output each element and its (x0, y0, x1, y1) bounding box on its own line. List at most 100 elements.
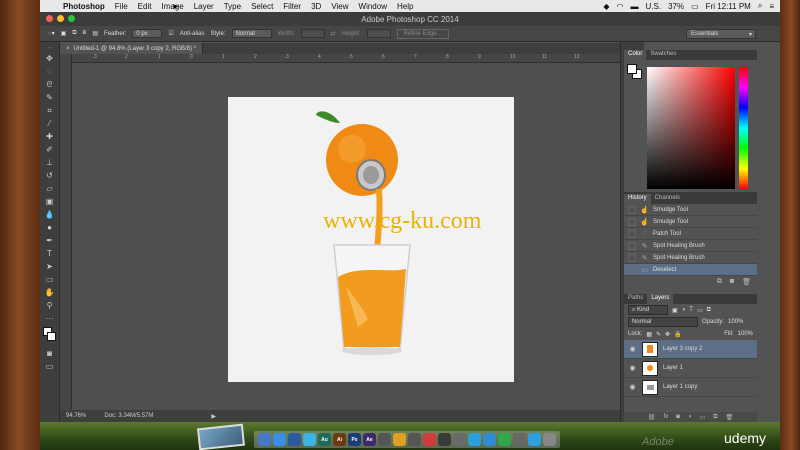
gradient-tool-icon[interactable]: ▣ (40, 195, 59, 208)
screen-mode-icon[interactable]: ▭ (40, 360, 59, 373)
height-input[interactable] (366, 29, 391, 38)
canvas-area[interactable] (72, 63, 620, 410)
fill-value[interactable]: 100% (738, 331, 753, 337)
new-document-icon[interactable]: ⧉ (717, 278, 722, 286)
tab-channels[interactable]: Channels (651, 194, 684, 204)
pen-tool-icon[interactable]: ✒ (40, 234, 59, 247)
history-item[interactable]: ◌ Patch Tool (624, 228, 757, 240)
menu-filter[interactable]: Filter (278, 2, 306, 11)
hue-slider[interactable] (739, 67, 748, 189)
dock-app-icon[interactable] (258, 433, 271, 446)
doc-size[interactable]: Doc: 3.34M/5.57M (104, 413, 153, 419)
opacity-value[interactable]: 100% (728, 319, 743, 325)
history-source-box[interactable] (628, 205, 636, 214)
new-group-icon[interactable]: ▭ (699, 414, 705, 421)
dock-app-icon[interactable] (273, 433, 286, 446)
menu-type[interactable]: Type (219, 2, 246, 11)
menu-view[interactable]: View (326, 2, 353, 11)
desktop-photo-thumbnail[interactable] (196, 423, 246, 450)
dock-app-icon[interactable] (408, 433, 421, 446)
dock-app-icon[interactable] (438, 433, 451, 446)
layer-name[interactable]: Layer 1 (663, 365, 683, 371)
menu-app-name[interactable]: Photoshop (58, 2, 110, 11)
blur-tool-icon[interactable]: 💧 (40, 208, 59, 221)
dock-app-icon[interactable]: Ai (333, 433, 346, 446)
clock[interactable]: Fri 12:11 PM (706, 2, 751, 11)
lock-pixels-icon[interactable]: ▦ (646, 331, 652, 338)
eraser-tool-icon[interactable]: ▱ (40, 182, 59, 195)
history-item[interactable]: ☝ Smudge Tool (624, 204, 757, 216)
history-item[interactable]: ✎ Spot Healing Brush (624, 240, 757, 252)
dock-app-icon[interactable] (303, 433, 316, 446)
feather-input[interactable]: 0 px (132, 29, 163, 38)
visibility-eye-icon[interactable]: ◉ (628, 345, 637, 353)
crop-tool-icon[interactable]: ⌗ (40, 104, 59, 117)
menu-file[interactable]: File (110, 2, 133, 11)
menu-3d[interactable]: 3D (306, 2, 326, 11)
dropbox-icon[interactable]: ◆ (603, 2, 609, 11)
tab-layers[interactable]: Layers (647, 294, 674, 304)
zoom-window-button[interactable] (68, 15, 75, 22)
color-picker-field[interactable] (647, 67, 735, 189)
dock-app-icon[interactable] (528, 433, 541, 446)
dock-app-icon[interactable] (498, 433, 511, 446)
dock-app-icon[interactable] (543, 433, 556, 446)
dock-app-icon[interactable] (468, 433, 481, 446)
list-icon[interactable]: ≡ (769, 2, 774, 11)
swap-icon[interactable]: ⇄ (331, 30, 336, 37)
close-window-button[interactable] (46, 15, 53, 22)
zoom-tool-icon[interactable]: ⚲ (40, 299, 59, 312)
marquee-tool-icon[interactable]: ◌ (40, 65, 59, 78)
document-tab[interactable]: × Untitled-1 @ 94.8% (Layer 3 copy 2, RG… (60, 43, 203, 54)
menu-layer[interactable]: Layer (189, 2, 219, 11)
filter-type-icon[interactable]: T (689, 307, 693, 313)
locale-label[interactable]: U.S. (646, 2, 662, 11)
more-tools-icon[interactable]: ··· (40, 312, 59, 325)
dock-app-icon[interactable]: Ps (348, 433, 361, 446)
hand-tool-icon[interactable]: ✋ (40, 286, 59, 299)
tab-history[interactable]: History (624, 194, 651, 204)
lock-all-icon[interactable]: 🔒 (674, 331, 681, 338)
dodge-tool-icon[interactable]: ● (40, 221, 59, 234)
brush-tool-icon[interactable]: ✐ (40, 143, 59, 156)
add-mask-icon[interactable]: ◙ (676, 414, 680, 420)
menu-window[interactable]: Window (354, 2, 392, 11)
shape-tool-icon[interactable]: ▭ (40, 273, 59, 286)
new-layer-icon[interactable]: ⧉ (713, 414, 717, 421)
tab-color[interactable]: Color (624, 50, 647, 60)
close-tab-icon[interactable]: × (66, 46, 70, 52)
quick-select-tool-icon[interactable]: ✎ (40, 91, 59, 104)
history-item[interactable]: ▭ Deselect (624, 264, 757, 276)
visibility-eye-icon[interactable]: ◉ (628, 364, 637, 372)
wifi-icon[interactable]: ◠ (617, 2, 624, 11)
history-source-box[interactable] (628, 253, 636, 262)
document-canvas[interactable] (228, 97, 514, 382)
dock-app-icon[interactable] (378, 433, 391, 446)
dock-app-icon[interactable] (423, 433, 436, 446)
type-tool-icon[interactable]: T (40, 247, 59, 260)
filter-smart-icon[interactable]: ⧉ (707, 307, 711, 314)
background-color-swatch[interactable] (47, 332, 56, 341)
layer-row[interactable]: ◉ Layer 1 copy (624, 378, 757, 397)
dock-app-icon[interactable] (393, 433, 406, 446)
lock-paint-icon[interactable]: ✎ (656, 331, 661, 338)
intersect-selection-icon[interactable]: ▤ (92, 30, 98, 37)
path-select-tool-icon[interactable]: ➤ (40, 260, 59, 273)
fx-icon[interactable]: fx (664, 414, 669, 420)
layer-name[interactable]: Layer 3 copy 2 (663, 346, 702, 352)
style-select[interactable]: Normal (231, 29, 272, 38)
lock-position-icon[interactable]: ✥ (665, 331, 670, 338)
link-layers-icon[interactable]: ⛓ (648, 414, 656, 421)
menu-edit[interactable]: Edit (133, 2, 157, 11)
history-source-box[interactable] (628, 229, 636, 238)
visibility-eye-icon[interactable]: ◉ (628, 383, 637, 391)
dock-app-icon[interactable] (453, 433, 466, 446)
menu-help[interactable]: Help (392, 2, 418, 11)
tab-swatches[interactable]: Swatches (646, 50, 680, 60)
history-item[interactable]: ✎ Spot Healing Brush (624, 252, 757, 264)
history-brush-tool-icon[interactable]: ↺ (40, 169, 59, 182)
eyedropper-tool-icon[interactable]: ⁄ (40, 117, 59, 130)
clone-stamp-tool-icon[interactable]: ⊥ (40, 156, 59, 169)
dock-app-icon[interactable] (288, 433, 301, 446)
history-item[interactable]: ☝ Smudge Tool (624, 216, 757, 228)
